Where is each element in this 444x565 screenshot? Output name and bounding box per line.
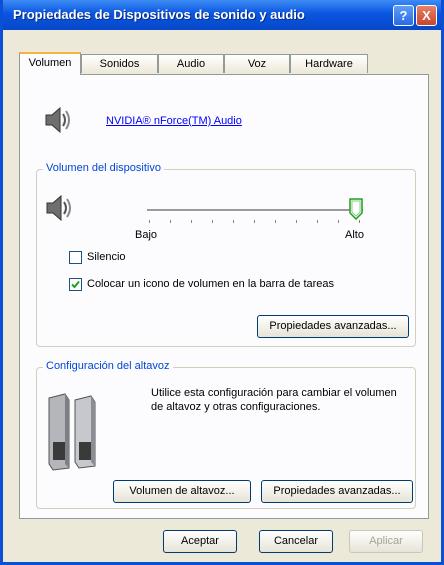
slider-tick (296, 220, 297, 223)
cancel-button[interactable]: Cancelar (259, 530, 333, 553)
window-title: Propiedades de Dispositivos de sonido y … (13, 7, 305, 22)
slider-tick (254, 220, 255, 223)
title-bar[interactable]: Propiedades de Dispositivos de sonido y … (3, 0, 441, 30)
dialog-window: Propiedades de Dispositivos de sonido y … (0, 0, 444, 565)
speaker-volume-button[interactable]: Volumen de altavoz... (113, 480, 251, 503)
speaker-description: Utilice esta configuración para cambiar … (151, 387, 397, 413)
tab-volumen[interactable]: Volumen (19, 52, 81, 75)
speakers-icon (48, 393, 96, 471)
slider-tick (233, 220, 234, 223)
volume-group: Volumen del dispositivo Bajo Alto Silenc… (36, 162, 416, 347)
checkmark-icon (71, 280, 80, 289)
volume-advanced-properties-button[interactable]: Propiedades avanzadas... (257, 315, 409, 338)
slider-tick (170, 220, 171, 223)
mute-label[interactable]: Silencio (87, 251, 126, 263)
tab-voz[interactable]: Voz (224, 54, 290, 73)
speaker-icon (45, 106, 70, 134)
apply-button[interactable]: Aplicar (349, 530, 423, 553)
close-button[interactable]: X (416, 5, 437, 26)
tab-sonidos[interactable]: Sonidos (81, 54, 158, 73)
slider-tick (212, 220, 213, 223)
speaker-config-group: Configuración del altavoz Utilice esta c… (36, 360, 416, 509)
tray-icon-checkbox[interactable] (69, 278, 82, 291)
tab-hardware[interactable]: Hardware (290, 54, 368, 73)
ok-button[interactable]: Aceptar (163, 530, 237, 553)
tab-audio[interactable]: Audio (158, 54, 224, 73)
speaker-advanced-properties-button[interactable]: Propiedades avanzadas... (261, 480, 413, 503)
device-name-link[interactable]: NVIDIA® nForce(TM) Audio (106, 115, 242, 127)
slider-tick (359, 220, 360, 223)
slider-tick (149, 220, 150, 223)
speaker-group-label: Configuración del altavoz (43, 360, 173, 372)
slider-low-label: Bajo (135, 229, 158, 241)
mute-checkbox[interactable] (69, 251, 82, 264)
volume-slider-thumb[interactable] (349, 198, 363, 220)
volume-speaker-icon (46, 194, 71, 222)
slider-tick (275, 220, 276, 223)
help-button[interactable]: ? (393, 5, 414, 26)
slider-high-label: Alto (345, 229, 364, 241)
volume-slider-track[interactable] (147, 209, 363, 212)
slider-tick (317, 220, 318, 223)
tab-panel-volumen: NVIDIA® nForce(TM) Audio Volumen del dis… (19, 74, 429, 519)
volume-group-label: Volumen del dispositivo (43, 162, 164, 174)
slider-tick (338, 220, 339, 223)
tray-icon-label[interactable]: Colocar un icono de volumen en la barra … (87, 278, 334, 290)
slider-tick (191, 220, 192, 223)
